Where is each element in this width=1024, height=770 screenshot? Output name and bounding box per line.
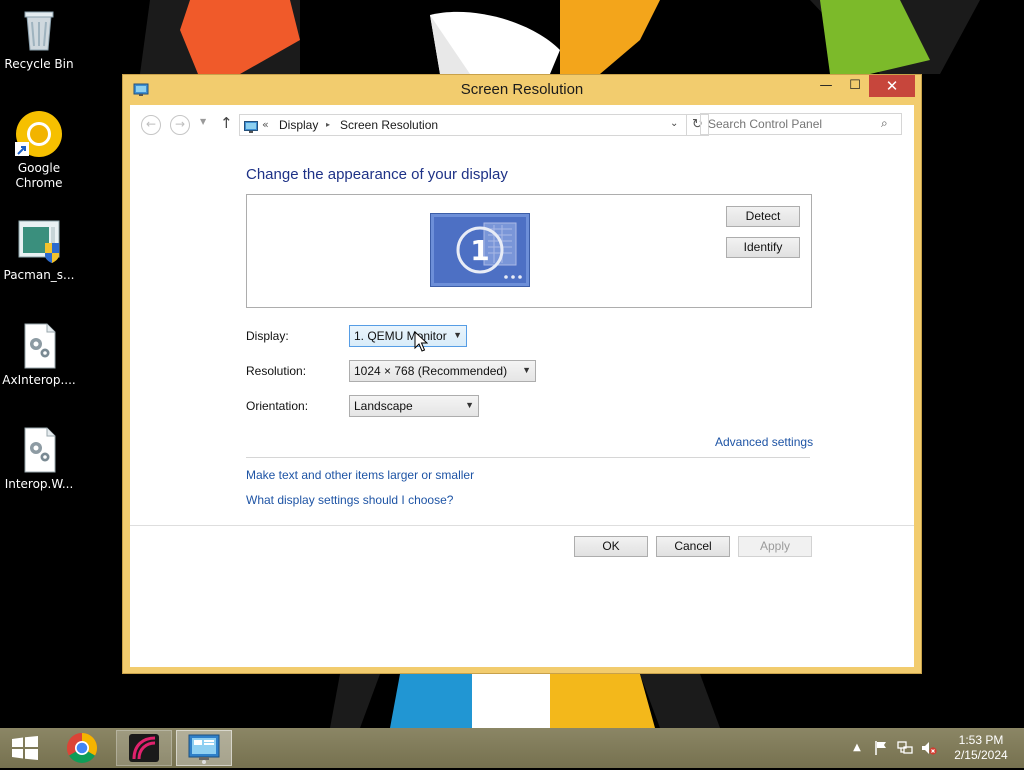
monitor-1-icon[interactable]: 1 <box>430 213 530 287</box>
monitor-number: 1 <box>470 234 489 267</box>
chrome-canary-icon <box>15 110 63 158</box>
system-clock[interactable]: 1:53 PM 2/15/2024 <box>944 733 1018 763</box>
apply-button[interactable]: Apply <box>738 536 812 557</box>
resolution-label: Resolution: <box>246 364 307 378</box>
close-button[interactable]: ✕ <box>869 75 915 97</box>
chrome-icon <box>66 733 98 764</box>
recent-locations-chevron-icon[interactable]: ▼ <box>200 117 206 126</box>
orientation-label: Orientation: <box>246 399 309 413</box>
volume-muted-icon[interactable] <box>921 740 937 756</box>
desktop-icon-label: Recycle Bin <box>4 57 74 71</box>
resolution-select[interactable]: 1024 × 768 (Recommended) ▼ <box>349 360 536 382</box>
desktop-icon-label: Interop.W... <box>4 477 74 491</box>
desktop-icon-axinterop[interactable]: AxInterop.... <box>1 322 77 388</box>
pacman-app-icon <box>129 734 159 762</box>
breadcrumb-screen-resolution[interactable]: Screen Resolution <box>340 118 438 132</box>
title-bar[interactable]: Screen Resolution — ☐ ✕ <box>123 75 921 105</box>
resolution-select-value: 1024 × 768 (Recommended) <box>354 364 508 378</box>
chevron-down-icon: ▼ <box>522 365 531 375</box>
divider <box>246 457 810 458</box>
orientation-select[interactable]: Landscape ▼ <box>349 395 479 417</box>
windows-start-icon[interactable] <box>10 736 40 760</box>
cancel-button[interactable]: Cancel <box>656 536 730 557</box>
breadcrumb-overflow-icon[interactable]: « <box>262 118 269 131</box>
back-arrow-icon[interactable]: ← <box>141 115 161 135</box>
window-title: Screen Resolution <box>460 81 584 98</box>
clock-date: 2/15/2024 <box>954 748 1008 762</box>
page-title: Change the appearance of your display <box>246 166 508 183</box>
window-client-area: ← → ▼ ↑ « Display ▸ Screen Resolution ⌄ … <box>130 105 914 667</box>
taskbar-chrome-button[interactable] <box>54 730 110 766</box>
breadcrumb-display[interactable]: Display <box>279 118 318 132</box>
search-icon[interactable]: ⌕ <box>881 116 888 131</box>
screen-resolution-window: Screen Resolution — ☐ ✕ ← → ▼ ↑ « Displa… <box>122 74 922 674</box>
installer-icon <box>15 217 63 265</box>
control-panel-display-icon <box>188 734 220 764</box>
desktop-icon-recycle-bin[interactable]: Recycle Bin <box>1 6 77 72</box>
advanced-settings-link[interactable]: Advanced settings <box>715 435 813 449</box>
taskbar: ▲ 1:53 PM 2/15/2024 <box>0 728 1024 768</box>
maximize-button[interactable]: ☐ <box>842 75 868 97</box>
mouse-cursor-icon <box>414 331 428 352</box>
navigation-bar: ← → ▼ ↑ « Display ▸ Screen Resolution ⌄ … <box>130 105 914 143</box>
dll-file-icon <box>15 426 63 474</box>
display-settings-help-link[interactable]: What display settings should I choose? <box>246 493 453 507</box>
display-select[interactable]: 1. QEMU Monitor ▼ <box>349 325 467 347</box>
taskbar-control-panel-button[interactable] <box>176 730 232 766</box>
breadcrumb-separator-icon[interactable]: ▸ <box>326 120 330 129</box>
chevron-down-icon: ▼ <box>453 330 462 340</box>
action-center-flag-icon[interactable] <box>873 740 889 756</box>
display-select-value: 1. QEMU Monitor <box>354 329 447 343</box>
up-arrow-icon[interactable]: ↑ <box>220 114 233 132</box>
control-panel-display-icon <box>244 118 258 133</box>
show-hidden-icons-chevron-icon[interactable]: ▲ <box>849 740 865 756</box>
orientation-select-value: Landscape <box>354 399 413 413</box>
identify-button[interactable]: Identify <box>726 237 800 258</box>
desktop-icon-label: Google Chrome <box>15 161 63 190</box>
search-box: ⌕ <box>700 113 902 135</box>
desktop-icon-google-chrome[interactable]: Google Chrome <box>1 110 77 191</box>
dll-file-icon <box>15 322 63 370</box>
address-dropdown-chevron-icon[interactable]: ⌄ <box>670 118 678 129</box>
footer-divider <box>130 525 914 526</box>
desktop-icon-interop[interactable]: Interop.W... <box>1 426 77 492</box>
chevron-down-icon: ▼ <box>465 400 474 410</box>
ok-button[interactable]: OK <box>574 536 648 557</box>
desktop-icon-label: AxInterop.... <box>2 373 76 387</box>
text-size-link[interactable]: Make text and other items larger or smal… <box>246 468 474 482</box>
address-bar[interactable]: « Display ▸ Screen Resolution ⌄ <box>239 114 687 136</box>
minimize-button[interactable]: — <box>813 75 839 97</box>
desktop-icon-pacman[interactable]: Pacman_s... <box>1 217 77 283</box>
display-label: Display: <box>246 329 289 343</box>
recycle-bin-icon <box>15 6 63 54</box>
detect-button[interactable]: Detect <box>726 206 800 227</box>
network-icon[interactable] <box>897 740 913 756</box>
taskbar-pacman-button[interactable] <box>116 730 172 766</box>
forward-arrow-icon[interactable]: → <box>170 115 190 135</box>
display-preview-area: 1 Detect Identify <box>246 194 812 308</box>
desktop-icon-label: Pacman_s... <box>3 268 75 282</box>
clock-time: 1:53 PM <box>958 733 1004 747</box>
search-input[interactable] <box>701 114 884 134</box>
